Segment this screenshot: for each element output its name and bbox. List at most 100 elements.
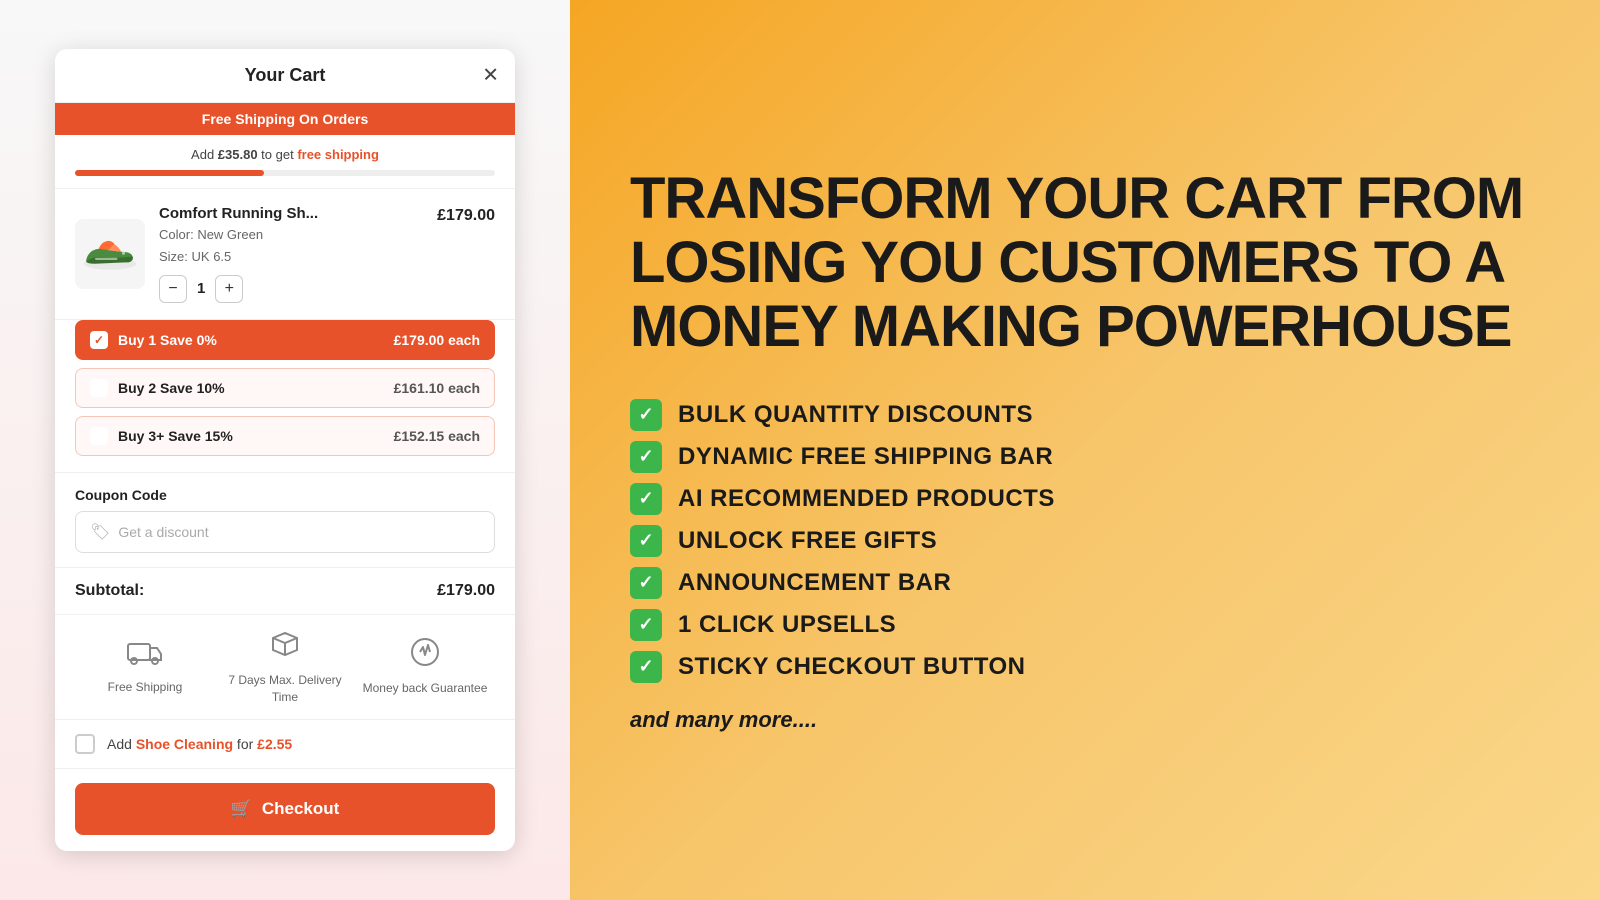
product-size: Size: UK 6.5 <box>159 247 423 267</box>
trust-item-shipping: Free Shipping <box>75 638 215 696</box>
color-label: Color: <box>159 227 194 242</box>
check-badge-4: ✓ <box>630 525 662 557</box>
quantity-value: 1 <box>197 280 205 297</box>
product-image <box>75 219 145 289</box>
progress-text: Add £35.80 to get free shipping <box>75 147 495 162</box>
upsell-price: £2.55 <box>257 736 292 752</box>
checkout-button[interactable]: 🛒 Checkout <box>75 783 495 835</box>
upsell-suffix: for <box>233 736 257 752</box>
feature-item-6: ✓ 1 CLICK UPSELLS <box>630 609 1540 641</box>
free-shipping-banner: Free Shipping On Orders <box>55 103 515 135</box>
progress-prefix: Add <box>191 147 218 162</box>
progress-bar-background <box>75 170 495 176</box>
box-svg <box>270 629 300 659</box>
progress-label: free shipping <box>297 147 379 162</box>
size-value: UK 6.5 <box>192 249 232 264</box>
coupon-input-wrap[interactable]: 🏷 Get a discount <box>75 511 495 553</box>
product-name: Comfort Running Sh... <box>159 205 423 222</box>
checkout-section: 🛒 Checkout <box>55 769 515 851</box>
coupon-placeholder: Get a discount <box>118 524 208 540</box>
bulk-option-3-left: Buy 3+ Save 15% <box>90 427 233 445</box>
bulk-checkbox-3 <box>90 427 108 445</box>
feature-item-4: ✓ UNLOCK FREE GIFTS <box>630 525 1540 557</box>
progress-section: Add £35.80 to get free shipping <box>55 135 515 189</box>
progress-suffix: to get <box>258 147 298 162</box>
cart-title: Your Cart <box>245 65 326 86</box>
subtotal-section: Subtotal: £179.00 <box>55 568 515 615</box>
right-panel: TRANSFORM YOUR CART FROM LOSING YOU CUST… <box>570 0 1600 900</box>
bulk-price-2: £161.10 each <box>394 380 480 396</box>
feature-item-7: ✓ STICKY CHECKOUT BUTTON <box>630 651 1540 683</box>
trust-label-delivery: 7 Days Max. Delivery Time <box>215 672 355 706</box>
trust-label-guarantee: Money back Guarantee <box>363 680 488 697</box>
upsell-section: Add Shoe Cleaning for £2.55 <box>55 720 515 769</box>
bulk-option-1-left: Buy 1 Save 0% <box>90 331 217 349</box>
check-badge-5: ✓ <box>630 567 662 599</box>
quantity-controls: − 1 + <box>159 275 423 303</box>
bulk-label-1: Buy 1 Save 0% <box>118 332 217 348</box>
trust-label-shipping: Free Shipping <box>108 679 183 696</box>
box-icon <box>270 629 300 666</box>
feature-text-2: DYNAMIC FREE SHIPPING BAR <box>678 443 1053 471</box>
shoe-illustration <box>80 232 140 276</box>
check-badge-7: ✓ <box>630 651 662 683</box>
guarantee-icon <box>410 637 440 674</box>
trust-item-delivery: 7 Days Max. Delivery Time <box>215 629 355 706</box>
check-badge-1: ✓ <box>630 399 662 431</box>
bulk-option-2[interactable]: Buy 2 Save 10% £161.10 each <box>75 368 495 408</box>
size-label: Size: <box>159 249 188 264</box>
hero-title: TRANSFORM YOUR CART FROM LOSING YOU CUST… <box>630 167 1540 358</box>
feature-item-3: ✓ AI RECOMMENDED PRODUCTS <box>630 483 1540 515</box>
check-badge-6: ✓ <box>630 609 662 641</box>
checkout-label: Checkout <box>262 799 339 819</box>
upsell-prefix: Add <box>107 736 136 752</box>
features-list: ✓ BULK QUANTITY DISCOUNTS ✓ DYNAMIC FREE… <box>630 399 1540 683</box>
feature-text-5: ANNOUNCEMENT BAR <box>678 569 951 597</box>
upsell-product: Shoe Cleaning <box>136 736 233 752</box>
check-badge-2: ✓ <box>630 441 662 473</box>
quantity-increase-button[interactable]: + <box>215 275 243 303</box>
bulk-price-3: £152.15 each <box>394 428 480 444</box>
check-badge-3: ✓ <box>630 483 662 515</box>
feature-text-7: STICKY CHECKOUT BUTTON <box>678 653 1025 681</box>
and-more-text: and many more.... <box>630 707 1540 733</box>
bulk-price-1: £179.00 each <box>394 332 480 348</box>
progress-bar-fill <box>75 170 264 176</box>
bulk-checkbox-2 <box>90 379 108 397</box>
cart-header: Your Cart ✕ <box>55 49 515 103</box>
upsell-text: Add Shoe Cleaning for £2.55 <box>107 736 292 752</box>
truck-svg <box>127 638 163 666</box>
left-panel: Your Cart ✕ Free Shipping On Orders Add … <box>0 0 570 900</box>
feature-text-4: UNLOCK FREE GIFTS <box>678 527 937 555</box>
trust-badges-section: Free Shipping 7 Days Max. Delivery Time <box>55 615 515 721</box>
product-info: Comfort Running Sh... Color: New Green S… <box>159 205 423 303</box>
bulk-option-1[interactable]: Buy 1 Save 0% £179.00 each <box>75 320 495 360</box>
product-section: Comfort Running Sh... Color: New Green S… <box>55 189 515 320</box>
cart-modal: Your Cart ✕ Free Shipping On Orders Add … <box>55 49 515 852</box>
bulk-label-3: Buy 3+ Save 15% <box>118 428 233 444</box>
product-price: £179.00 <box>437 207 495 225</box>
bulk-options-section: Buy 1 Save 0% £179.00 each Buy 2 Save 10… <box>55 320 515 473</box>
progress-amount: £35.80 <box>218 147 258 162</box>
subtotal-label: Subtotal: <box>75 582 144 600</box>
feature-item-5: ✓ ANNOUNCEMENT BAR <box>630 567 1540 599</box>
feature-item-1: ✓ BULK QUANTITY DISCOUNTS <box>630 399 1540 431</box>
color-value: New Green <box>197 227 263 242</box>
truck-icon <box>127 638 163 673</box>
quantity-decrease-button[interactable]: − <box>159 275 187 303</box>
upsell-checkbox[interactable] <box>75 734 95 754</box>
trust-item-guarantee: Money back Guarantee <box>355 637 495 697</box>
close-button[interactable]: ✕ <box>482 63 499 88</box>
bulk-checkbox-1 <box>90 331 108 349</box>
feature-item-2: ✓ DYNAMIC FREE SHIPPING BAR <box>630 441 1540 473</box>
guarantee-svg <box>410 637 440 667</box>
coupon-label: Coupon Code <box>75 487 495 503</box>
coupon-section: Coupon Code 🏷 Get a discount <box>55 473 515 568</box>
feature-text-3: AI RECOMMENDED PRODUCTS <box>678 485 1055 513</box>
feature-text-1: BULK QUANTITY DISCOUNTS <box>678 401 1033 429</box>
checkout-icon: 🛒 <box>231 799 252 819</box>
subtotal-amount: £179.00 <box>437 582 495 600</box>
bulk-label-2: Buy 2 Save 10% <box>118 380 225 396</box>
bulk-option-3[interactable]: Buy 3+ Save 15% £152.15 each <box>75 416 495 456</box>
coupon-icon: 🏷 <box>90 522 110 542</box>
